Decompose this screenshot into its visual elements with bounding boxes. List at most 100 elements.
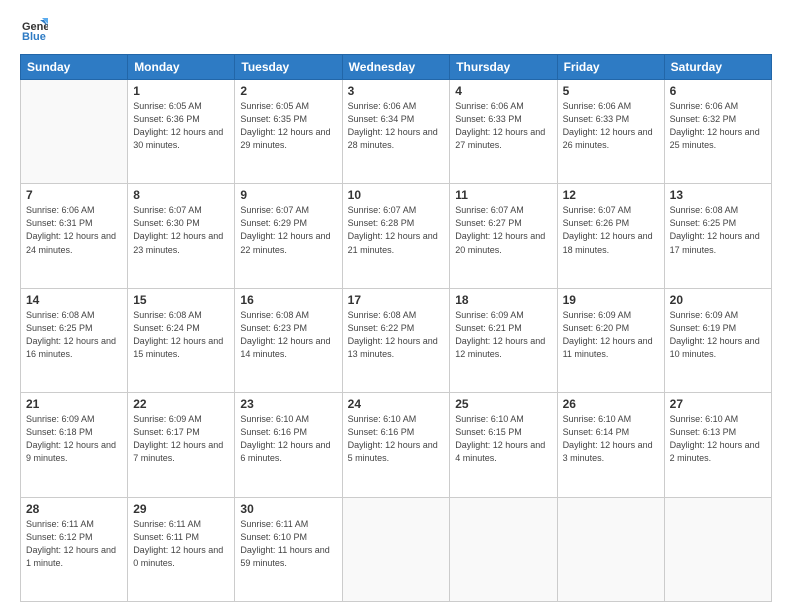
day-info: Sunrise: 6:11 AM Sunset: 6:11 PM Dayligh… (133, 518, 229, 570)
day-info: Sunrise: 6:07 AM Sunset: 6:30 PM Dayligh… (133, 204, 229, 256)
day-info: Sunrise: 6:11 AM Sunset: 6:12 PM Dayligh… (26, 518, 122, 570)
day-number: 20 (670, 293, 766, 307)
calendar-cell: 23 Sunrise: 6:10 AM Sunset: 6:16 PM Dayli… (235, 393, 342, 497)
calendar-cell: 8 Sunrise: 6:07 AM Sunset: 6:30 PM Daylig… (128, 184, 235, 288)
day-info: Sunrise: 6:08 AM Sunset: 6:24 PM Dayligh… (133, 309, 229, 361)
calendar-cell: 24Sunrise: 6:10 AM Sunset: 6:16 PM Dayli… (342, 393, 450, 497)
day-number: 16 (240, 293, 336, 307)
day-number: 10 (348, 188, 445, 202)
day-info: Sunrise: 6:09 AM Sunset: 6:17 PM Dayligh… (133, 413, 229, 465)
calendar-cell: 6 Sunrise: 6:06 AM Sunset: 6:32 PM Daylig… (664, 80, 771, 184)
day-info: Sunrise: 6:06 AM Sunset: 6:33 PM Dayligh… (563, 100, 659, 152)
day-number: 8 (133, 188, 229, 202)
day-number: 19 (563, 293, 659, 307)
day-info: Sunrise: 6:10 AM Sunset: 6:16 PM Dayligh… (240, 413, 336, 465)
day-number: 1 (133, 84, 229, 98)
calendar-cell: 5 Sunrise: 6:06 AM Sunset: 6:33 PM Daylig… (557, 80, 664, 184)
day-number: 6 (670, 84, 766, 98)
day-number: 18 (455, 293, 551, 307)
day-info: Sunrise: 6:08 AM Sunset: 6:25 PM Dayligh… (26, 309, 122, 361)
calendar-cell: 7 Sunrise: 6:06 AM Sunset: 6:31 PM Daylig… (21, 184, 128, 288)
day-info: Sunrise: 6:07 AM Sunset: 6:27 PM Dayligh… (455, 204, 551, 256)
calendar-cell: 2Sunrise: 6:05 AM Sunset: 6:35 PM Daylig… (235, 80, 342, 184)
day-info: Sunrise: 6:07 AM Sunset: 6:29 PM Dayligh… (240, 204, 336, 256)
week-row-2: 7 Sunrise: 6:06 AM Sunset: 6:31 PM Daylig… (21, 184, 772, 288)
week-row-3: 14 Sunrise: 6:08 AM Sunset: 6:25 PM Dayli… (21, 288, 772, 392)
day-number: 22 (133, 397, 229, 411)
day-number: 30 (240, 502, 336, 516)
calendar-cell: 15 Sunrise: 6:08 AM Sunset: 6:24 PM Dayli… (128, 288, 235, 392)
week-row-1: 1Sunrise: 6:05 AM Sunset: 6:36 PM Daylig… (21, 80, 772, 184)
calendar-cell (450, 497, 557, 601)
col-header-saturday: Saturday (664, 55, 771, 80)
day-info: Sunrise: 6:06 AM Sunset: 6:32 PM Dayligh… (670, 100, 766, 152)
calendar-cell (21, 80, 128, 184)
col-header-tuesday: Tuesday (235, 55, 342, 80)
day-info: Sunrise: 6:10 AM Sunset: 6:15 PM Dayligh… (455, 413, 551, 465)
calendar-cell: 21 Sunrise: 6:09 AM Sunset: 6:18 PM Dayli… (21, 393, 128, 497)
week-row-5: 28 Sunrise: 6:11 AM Sunset: 6:12 PM Dayli… (21, 497, 772, 601)
logo: General Blue (20, 16, 52, 44)
day-info: Sunrise: 6:09 AM Sunset: 6:18 PM Dayligh… (26, 413, 122, 465)
day-number: 26 (563, 397, 659, 411)
calendar-cell: 22 Sunrise: 6:09 AM Sunset: 6:17 PM Dayli… (128, 393, 235, 497)
svg-text:Blue: Blue (22, 31, 46, 43)
day-number: 4 (455, 84, 551, 98)
day-info: Sunrise: 6:10 AM Sunset: 6:13 PM Dayligh… (670, 413, 766, 465)
calendar-cell: 26 Sunrise: 6:10 AM Sunset: 6:14 PM Dayli… (557, 393, 664, 497)
calendar: SundayMondayTuesdayWednesdayThursdayFrid… (20, 54, 772, 602)
day-info: Sunrise: 6:07 AM Sunset: 6:28 PM Dayligh… (348, 204, 445, 256)
day-info: Sunrise: 6:06 AM Sunset: 6:31 PM Dayligh… (26, 204, 122, 256)
calendar-cell: 19Sunrise: 6:09 AM Sunset: 6:20 PM Dayli… (557, 288, 664, 392)
day-info: Sunrise: 6:06 AM Sunset: 6:33 PM Dayligh… (455, 100, 551, 152)
calendar-cell: 20 Sunrise: 6:09 AM Sunset: 6:19 PM Dayli… (664, 288, 771, 392)
day-info: Sunrise: 6:08 AM Sunset: 6:25 PM Dayligh… (670, 204, 766, 256)
calendar-cell (342, 497, 450, 601)
day-info: Sunrise: 6:10 AM Sunset: 6:14 PM Dayligh… (563, 413, 659, 465)
calendar-cell: 30 Sunrise: 6:11 AM Sunset: 6:10 PM Dayli… (235, 497, 342, 601)
calendar-cell: 13 Sunrise: 6:08 AM Sunset: 6:25 PM Dayli… (664, 184, 771, 288)
day-number: 2 (240, 84, 336, 98)
day-info: Sunrise: 6:08 AM Sunset: 6:22 PM Dayligh… (348, 309, 445, 361)
col-header-sunday: Sunday (21, 55, 128, 80)
day-info: Sunrise: 6:11 AM Sunset: 6:10 PM Dayligh… (240, 518, 336, 570)
day-number: 11 (455, 188, 551, 202)
day-number: 27 (670, 397, 766, 411)
calendar-cell: 17 Sunrise: 6:08 AM Sunset: 6:22 PM Dayli… (342, 288, 450, 392)
calendar-cell: 9Sunrise: 6:07 AM Sunset: 6:29 PM Daylig… (235, 184, 342, 288)
day-number: 13 (670, 188, 766, 202)
day-number: 17 (348, 293, 445, 307)
col-header-monday: Monday (128, 55, 235, 80)
day-number: 7 (26, 188, 122, 202)
day-number: 15 (133, 293, 229, 307)
calendar-cell (557, 497, 664, 601)
calendar-cell: 28 Sunrise: 6:11 AM Sunset: 6:12 PM Dayli… (21, 497, 128, 601)
calendar-cell: 18 Sunrise: 6:09 AM Sunset: 6:21 PM Dayli… (450, 288, 557, 392)
day-info: Sunrise: 6:10 AM Sunset: 6:16 PM Dayligh… (348, 413, 445, 465)
calendar-cell: 12Sunrise: 6:07 AM Sunset: 6:26 PM Dayli… (557, 184, 664, 288)
day-number: 3 (348, 84, 445, 98)
day-number: 5 (563, 84, 659, 98)
day-number: 28 (26, 502, 122, 516)
calendar-cell: 27 Sunrise: 6:10 AM Sunset: 6:13 PM Dayli… (664, 393, 771, 497)
day-info: Sunrise: 6:08 AM Sunset: 6:23 PM Dayligh… (240, 309, 336, 361)
week-row-4: 21 Sunrise: 6:09 AM Sunset: 6:18 PM Dayli… (21, 393, 772, 497)
day-number: 25 (455, 397, 551, 411)
calendar-cell: 29 Sunrise: 6:11 AM Sunset: 6:11 PM Dayli… (128, 497, 235, 601)
calendar-cell (664, 497, 771, 601)
day-number: 23 (240, 397, 336, 411)
day-info: Sunrise: 6:09 AM Sunset: 6:21 PM Dayligh… (455, 309, 551, 361)
header: General Blue (20, 16, 772, 44)
logo-icon: General Blue (20, 16, 48, 44)
day-number: 21 (26, 397, 122, 411)
day-info: Sunrise: 6:09 AM Sunset: 6:19 PM Dayligh… (670, 309, 766, 361)
calendar-cell: 3Sunrise: 6:06 AM Sunset: 6:34 PM Daylig… (342, 80, 450, 184)
calendar-cell: 1Sunrise: 6:05 AM Sunset: 6:36 PM Daylig… (128, 80, 235, 184)
day-number: 14 (26, 293, 122, 307)
calendar-cell: 10 Sunrise: 6:07 AM Sunset: 6:28 PM Dayli… (342, 184, 450, 288)
calendar-header-row: SundayMondayTuesdayWednesdayThursdayFrid… (21, 55, 772, 80)
calendar-cell: 25 Sunrise: 6:10 AM Sunset: 6:15 PM Dayli… (450, 393, 557, 497)
day-number: 29 (133, 502, 229, 516)
calendar-cell: 14 Sunrise: 6:08 AM Sunset: 6:25 PM Dayli… (21, 288, 128, 392)
day-info: Sunrise: 6:07 AM Sunset: 6:26 PM Dayligh… (563, 204, 659, 256)
